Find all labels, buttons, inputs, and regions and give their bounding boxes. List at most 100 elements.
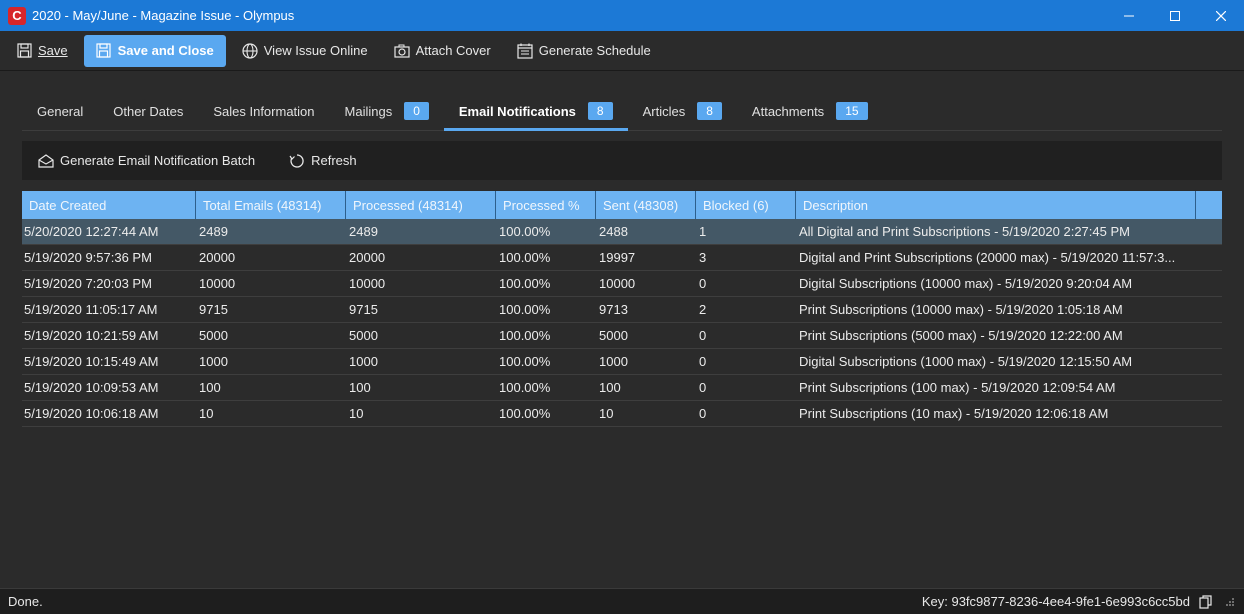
cell-processed-percent: 100.00% (499, 224, 551, 239)
close-icon (1216, 10, 1226, 21)
cell-sent: 9713 (599, 302, 628, 317)
column-header-sent[interactable]: Sent (48308) (596, 191, 696, 219)
action-bar: Generate Email Notification Batch Refres… (22, 141, 1222, 180)
tab-mailings[interactable]: Mailings 0 (330, 92, 444, 130)
table-row[interactable]: 5/20/2020 12:27:44 AM 2489 2489 100.00% 2488… (22, 219, 1222, 245)
table-row[interactable]: 5/19/2020 11:05:17 AM 9715 9715 100.00% 9713… (22, 297, 1222, 323)
cell-total-emails: 9715 (199, 302, 228, 317)
table-row[interactable]: 5/19/2020 7:20:03 PM 10000 10000 100.00% 100… (22, 271, 1222, 297)
maximize-button[interactable] (1152, 0, 1198, 31)
table-row[interactable]: 5/19/2020 10:06:18 AM 10 10 100.00% 10 0 Print… (22, 401, 1222, 427)
table-row[interactable]: 5/19/2020 10:21:59 AM 5000 5000 100.00% 5000… (22, 323, 1222, 349)
cell-processed: 9715 (349, 302, 378, 317)
refresh-label: Refresh (311, 153, 357, 168)
minimize-button[interactable] (1106, 0, 1152, 31)
column-header-filler (1196, 191, 1222, 219)
cell-processed: 10 (349, 406, 364, 421)
cell-sent: 19997 (599, 250, 636, 265)
cell-processed: 10000 (349, 276, 386, 291)
camera-icon (393, 43, 410, 59)
floppy-disk-icon (96, 43, 112, 59)
cell-total-emails: 1000 (199, 354, 228, 369)
toolbar: Save Save and Close View Issue Online At… (0, 31, 1244, 71)
generate-batch-label: Generate Email Notification Batch (60, 153, 256, 168)
maximize-icon (1170, 10, 1180, 21)
cell-blocked: 1 (699, 224, 707, 239)
cell-blocked: 3 (699, 250, 707, 265)
cell-date-created: 5/19/2020 9:57:36 PM (24, 250, 152, 265)
tab-articles[interactable]: Articles 8 (628, 92, 737, 130)
count-badge: 0 (404, 102, 429, 120)
cell-blocked: 0 (699, 276, 707, 291)
cell-total-emails: 10 (199, 406, 214, 421)
generate-email-notification-batch-button[interactable]: Generate Email Notification Batch (38, 153, 255, 169)
table-row[interactable]: 5/19/2020 9:57:36 PM 20000 20000 100.00% 199… (22, 245, 1222, 271)
cell-processed: 20000 (349, 250, 386, 265)
generate-schedule-label: Generate Schedule (538, 43, 651, 58)
resize-grip-icon[interactable] (1222, 594, 1238, 610)
tab-label: Other Dates (113, 103, 184, 119)
cell-description: Print Subscriptions (5000 max) - 5/19/20… (799, 328, 1123, 343)
save-and-close-button[interactable]: Save and Close (83, 34, 226, 67)
close-button[interactable] (1198, 0, 1244, 31)
cell-processed-percent: 100.00% (499, 380, 551, 395)
cell-processed-percent: 100.00% (499, 328, 551, 343)
cell-date-created: 5/19/2020 11:05:17 AM (24, 302, 158, 317)
save-label: Save (38, 43, 68, 58)
cell-description: Print Subscriptions (10000 max) - 5/19/2… (799, 302, 1123, 317)
cell-total-emails: 20000 (199, 250, 236, 265)
view-issue-online-label: View Issue Online (263, 43, 368, 58)
cell-processed-percent: 100.00% (499, 250, 551, 265)
cell-processed-percent: 100.00% (499, 276, 551, 291)
table-row[interactable]: 5/19/2020 10:15:49 AM 1000 1000 100.00% 1000… (22, 349, 1222, 375)
window-title: 2020 - May/June - Magazine Issue - Olymp… (32, 8, 295, 23)
tab-label: Mailings (344, 103, 393, 119)
count-badge: 8 (587, 102, 613, 120)
tab-other-dates[interactable]: Other Dates (98, 92, 198, 130)
cell-date-created: 5/20/2020 12:27:44 AM (24, 224, 159, 239)
calendar-icon (517, 43, 533, 59)
title-bar: C 2020 - May/June - Magazine Issue - Oly… (0, 0, 1244, 31)
tab-email-notifications[interactable]: Email Notifications 8 (443, 92, 628, 131)
cell-sent: 1000 (599, 354, 628, 369)
count-badge: 8 (697, 102, 722, 120)
status-right: Key: 93fc9877-8236-4ee4-9fe1-6e993c6cc5b… (922, 594, 1238, 610)
attach-cover-button[interactable]: Attach Cover (384, 36, 501, 66)
cell-sent: 10 (599, 406, 614, 421)
save-button[interactable]: Save (6, 36, 78, 66)
cell-total-emails: 10000 (199, 276, 236, 291)
app-logo-icon: C (8, 6, 26, 25)
cell-description: Digital and Print Subscriptions (20000 m… (799, 250, 1176, 265)
count-badge: 15 (836, 102, 868, 120)
cell-description: Digital Subscriptions (10000 max) - 5/19… (799, 276, 1133, 291)
tab-label: Articles (642, 103, 686, 119)
tab-label: Sales Information (213, 103, 315, 119)
column-header-total-emails[interactable]: Total Emails (48314) (196, 191, 346, 219)
tab-label: General (37, 103, 84, 119)
cell-date-created: 5/19/2020 10:15:49 AM (24, 354, 159, 369)
cell-processed: 1000 (349, 354, 378, 369)
view-issue-online-button[interactable]: View Issue Online (232, 36, 378, 66)
status-bar: Done. Key: 93fc9877-8236-4ee4-9fe1-6e993… (0, 588, 1244, 614)
cell-processed: 2489 (349, 224, 378, 239)
cell-processed-percent: 100.00% (499, 354, 551, 369)
cell-blocked: 0 (699, 380, 707, 395)
column-header-processed[interactable]: Processed (48314) (346, 191, 496, 219)
tab-general[interactable]: General (22, 92, 98, 130)
column-header-date-created[interactable]: Date Created (22, 191, 196, 219)
refresh-button[interactable]: Refresh (289, 153, 357, 169)
grid-header: Date Created Total Emails (48314) Proces… (22, 191, 1222, 219)
column-header-blocked[interactable]: Blocked (6) (696, 191, 796, 219)
tab-label: Attachments (751, 103, 825, 119)
table-row[interactable]: 5/19/2020 10:09:53 AM 100 100 100.00% 100 0 Pr… (22, 375, 1222, 401)
email-notifications-grid: Date Created Total Emails (48314) Proces… (22, 191, 1222, 427)
copy-icon[interactable] (1198, 594, 1214, 610)
attach-cover-label: Attach Cover (415, 43, 491, 58)
tab-sales-information[interactable]: Sales Information (198, 92, 329, 130)
refresh-icon (289, 153, 305, 169)
generate-schedule-button[interactable]: Generate Schedule (507, 36, 661, 66)
column-header-processed-percent[interactable]: Processed % (496, 191, 596, 219)
cell-total-emails: 2489 (199, 224, 228, 239)
tab-attachments[interactable]: Attachments 15 (737, 92, 883, 130)
column-header-description[interactable]: Description (796, 191, 1196, 219)
